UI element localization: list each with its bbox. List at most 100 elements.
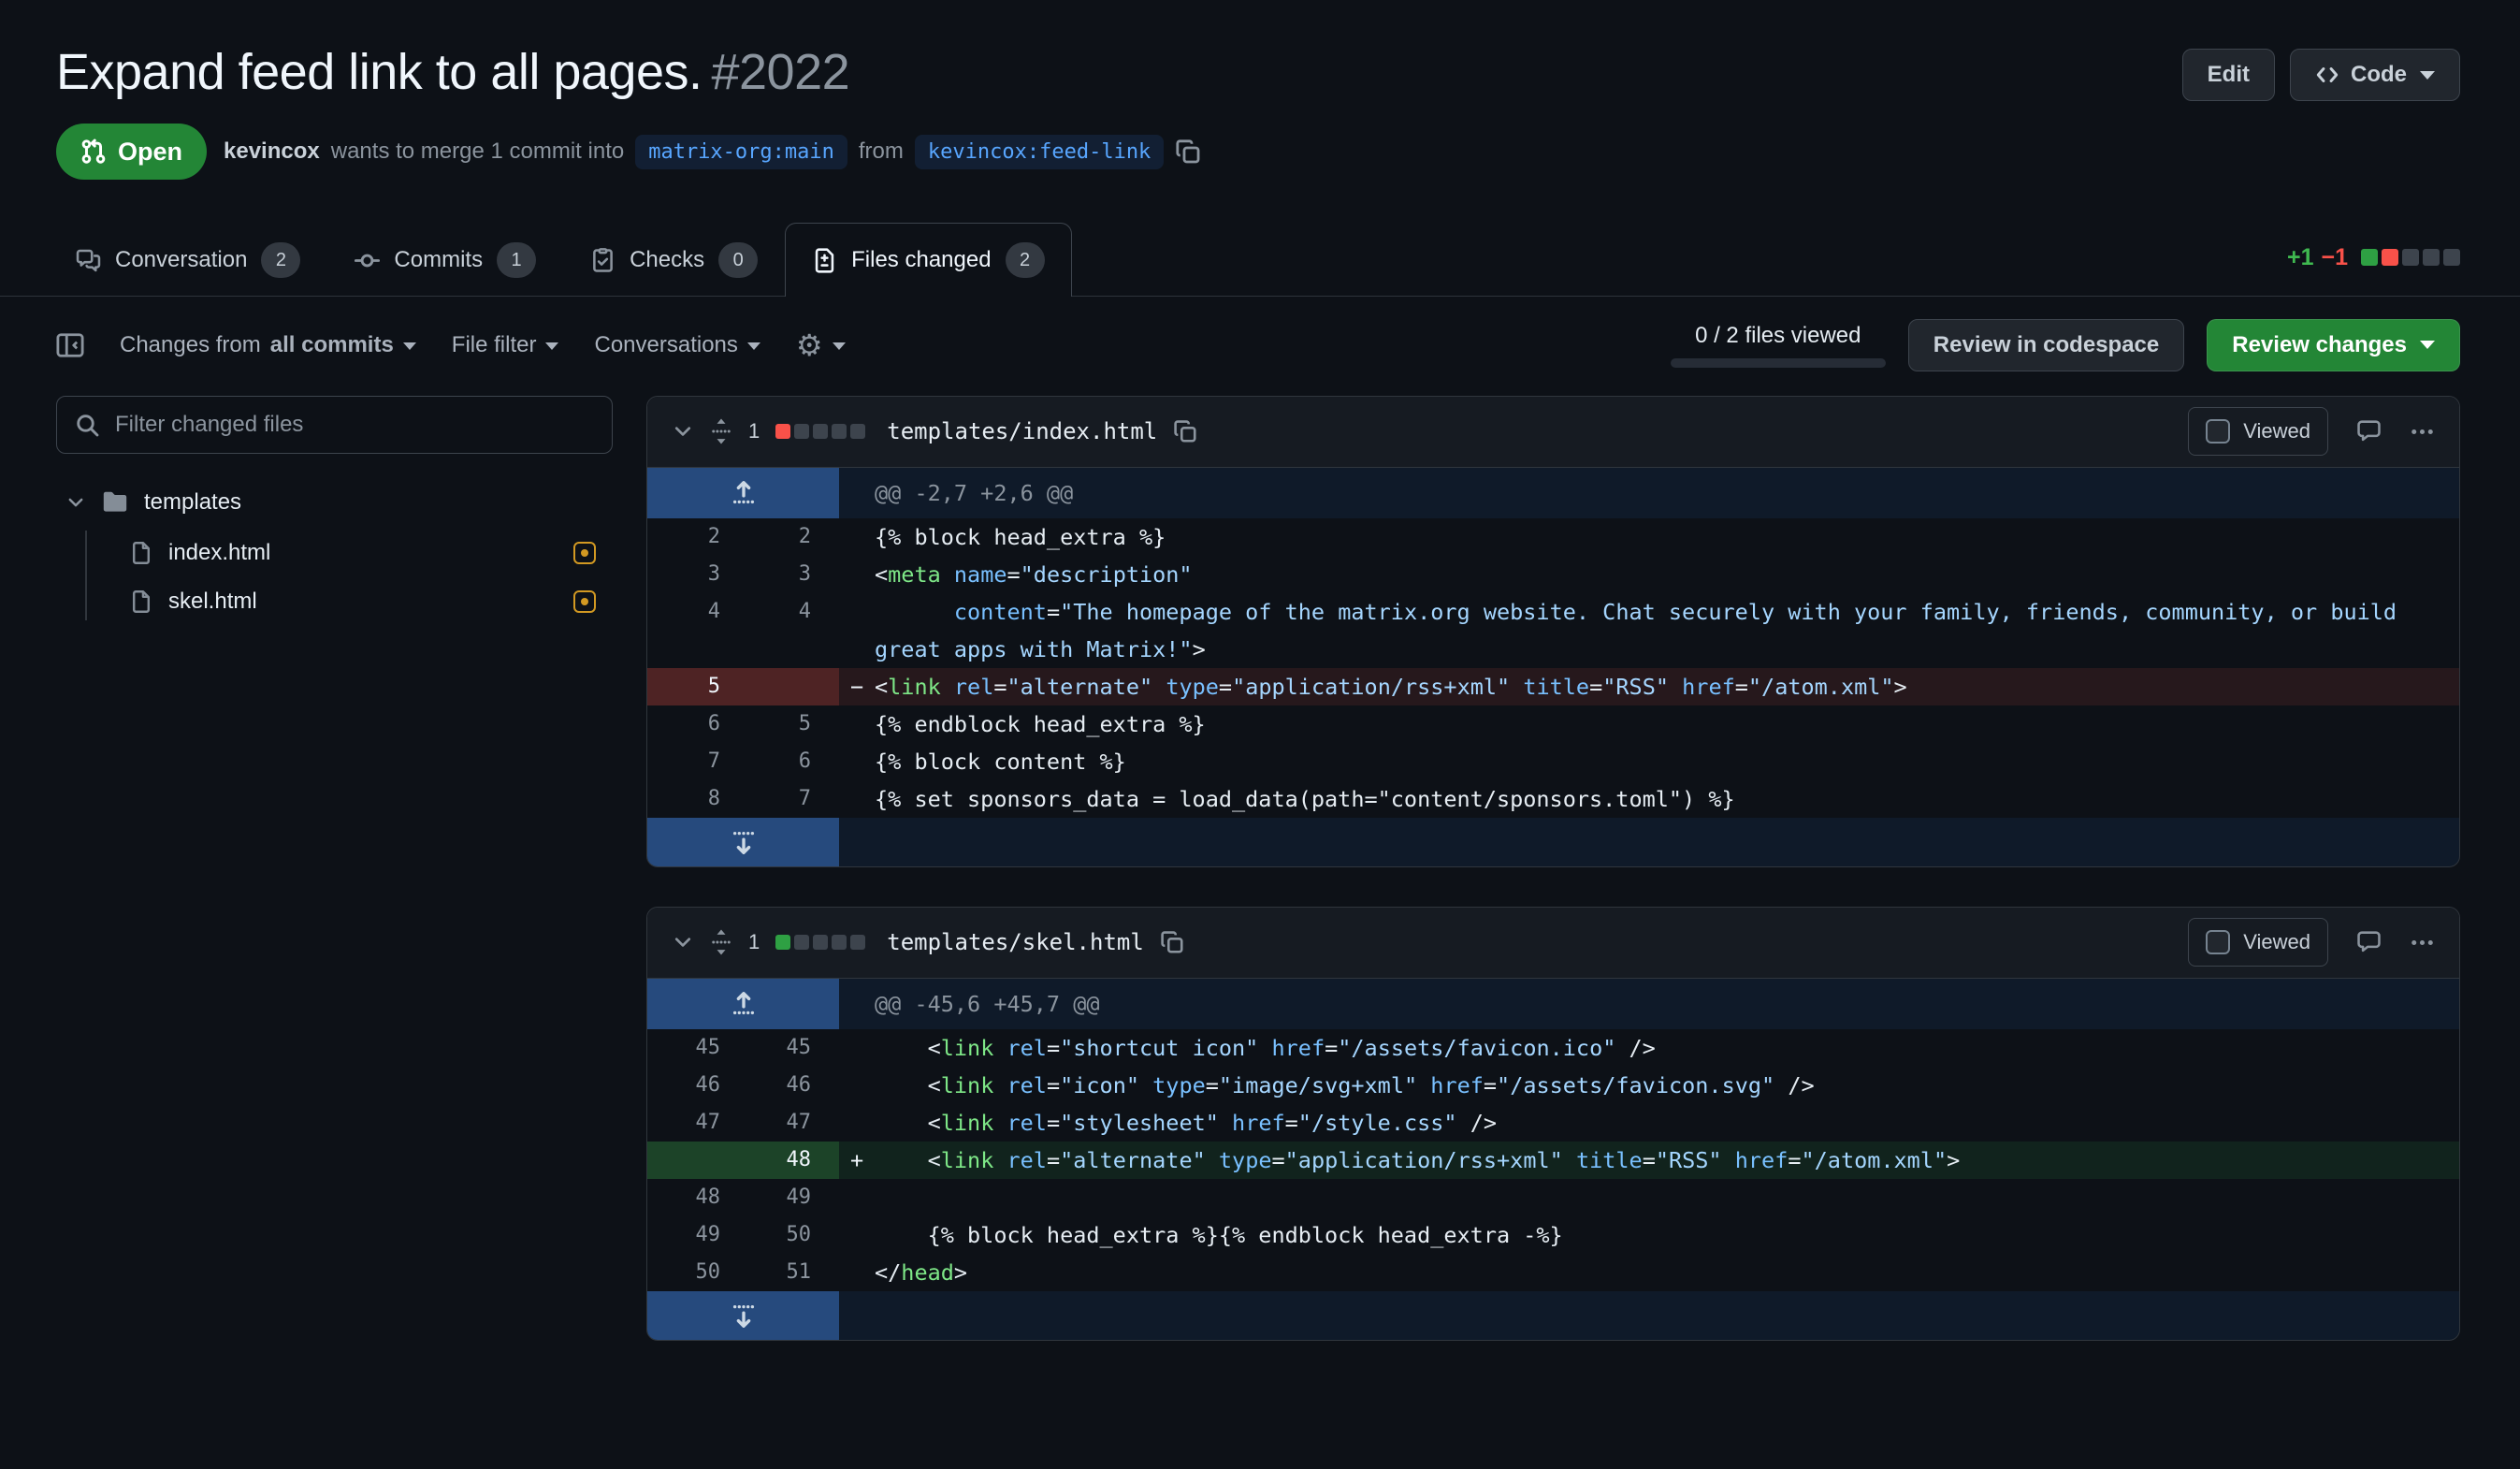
conversations-dropdown[interactable]: Conversations	[594, 332, 760, 358]
collapse-sidebar-icon[interactable]	[56, 331, 84, 359]
file-filter-dropdown[interactable]: File filter	[452, 332, 559, 358]
code-cell[interactable]: {% set sponsors_data = load_data(path="c…	[839, 780, 2459, 818]
comment-icon[interactable]	[2356, 419, 2382, 444]
line-number-gutter[interactable]: 5051	[647, 1254, 839, 1291]
folder-icon	[101, 488, 129, 516]
changed-lines-count: 1	[748, 930, 760, 954]
tree-folder-templates[interactable]: templates	[56, 480, 613, 525]
tab-commits[interactable]: Commits 1	[327, 223, 563, 297]
line-number-gutter[interactable]: 76	[647, 743, 839, 780]
diffstat: +1 −1	[2287, 244, 2460, 271]
diff-file-name[interactable]: templates/skel.html	[887, 929, 1144, 955]
line-number-gutter[interactable]: 65	[647, 705, 839, 743]
diff-line-ctx: 4545 <link rel="shortcut icon" href="/as…	[647, 1029, 2459, 1067]
kebab-menu-icon[interactable]	[2410, 419, 2435, 444]
diff-file-name[interactable]: templates/index.html	[887, 418, 1157, 444]
code-cell[interactable]: + <link rel="alternate" type="applicatio…	[839, 1142, 2459, 1179]
git-pull-request-icon	[80, 138, 107, 165]
chevron-down-icon	[747, 342, 760, 350]
line-number-gutter[interactable]: 87	[647, 780, 839, 818]
tab-checks[interactable]: Checks 0	[563, 223, 785, 297]
diff-block-n	[2402, 249, 2419, 266]
git-commit-icon	[355, 248, 380, 273]
kebab-menu-icon[interactable]	[2410, 930, 2435, 955]
line-number-gutter[interactable]: 4545	[647, 1029, 839, 1067]
drag-handle-icon[interactable]	[710, 417, 732, 445]
collapse-diff-icon[interactable]	[672, 420, 694, 443]
code-button[interactable]: Code	[2290, 49, 2460, 101]
drag-handle-icon[interactable]	[710, 928, 732, 956]
tree-file-index-html[interactable]: index.html	[56, 531, 613, 575]
merge-summary: kevincox wants to merge 1 commit into ma…	[224, 135, 1201, 169]
review-changes-button[interactable]: Review changes	[2207, 319, 2460, 371]
tab-conversation[interactable]: Conversation 2	[49, 223, 327, 297]
code-cell[interactable]: <link rel="icon" type="image/svg+xml" hr…	[839, 1067, 2459, 1104]
chevron-down-icon	[2420, 341, 2435, 349]
line-number-gutter[interactable]: 48	[647, 1142, 839, 1179]
code-cell[interactable]: {% block head_extra %}{% endblock head_e…	[839, 1216, 2459, 1254]
diff-line-ctx: 76{% block content %}	[647, 743, 2459, 780]
expand-down-button[interactable]	[647, 1291, 839, 1340]
copy-path-icon[interactable]	[1160, 930, 1184, 954]
line-number-gutter[interactable]: 33	[647, 556, 839, 593]
code-cell[interactable]: <link rel="shortcut icon" href="/assets/…	[839, 1029, 2459, 1067]
base-branch-label[interactable]: matrix-org:main	[635, 135, 847, 169]
code-cell[interactable]	[839, 1179, 2459, 1216]
review-in-codespace-button[interactable]: Review in codespace	[1908, 319, 2184, 371]
expand-up-button[interactable]	[647, 979, 839, 1029]
code-cell[interactable]: </head>	[839, 1254, 2459, 1291]
diff-line-ctx: 4747 <link rel="stylesheet" href="/style…	[647, 1104, 2459, 1142]
collapse-diff-icon[interactable]	[672, 931, 694, 953]
diff-line-ctx: 4646 <link rel="icon" type="image/svg+xm…	[647, 1067, 2459, 1104]
diff-body: @@ -2,7 +2,6 @@22{% block head_extra %}3…	[647, 468, 2459, 866]
diff-body: @@ -45,6 +45,7 @@4545 <link rel="shortcu…	[647, 979, 2459, 1340]
diff-file-header: 1 templates/skel.html Viewed	[647, 908, 2459, 979]
filter-changed-files-input[interactable]	[56, 396, 613, 454]
viewed-label: Viewed	[2243, 419, 2310, 444]
file-diffstat-blocks	[775, 424, 865, 439]
code-cell[interactable]: <meta name="description"	[839, 556, 2459, 593]
line-number-gutter[interactable]: 4747	[647, 1104, 839, 1142]
viewed-toggle[interactable]: Viewed	[2188, 407, 2328, 456]
copy-path-icon[interactable]	[1173, 419, 1197, 444]
viewed-checkbox[interactable]	[2206, 419, 2230, 444]
line-number-gutter[interactable]: 22	[647, 518, 839, 556]
diff-line-ctx: 44 content="The homepage of the matrix.o…	[647, 593, 2459, 668]
diff-block-n	[2443, 249, 2460, 266]
tab-files-changed[interactable]: Files changed 2	[785, 223, 1071, 297]
diff-block-del	[775, 424, 790, 439]
comment-icon[interactable]	[2356, 930, 2382, 955]
changes-from-dropdown[interactable]: Changes from all commits	[120, 332, 416, 358]
code-cell[interactable]: content="The homepage of the matrix.org …	[839, 593, 2459, 668]
gear-icon: ⚙	[796, 330, 823, 360]
tree-file-skel-html[interactable]: skel.html	[56, 579, 613, 624]
expand-up-button[interactable]	[647, 468, 839, 518]
page-title: Expand feed link to all pages.#2022	[56, 43, 2182, 101]
viewed-label: Viewed	[2243, 930, 2310, 954]
modified-status-icon	[573, 590, 596, 613]
line-number-gutter[interactable]: 4849	[647, 1179, 839, 1216]
review-in-codespace-label: Review in codespace	[1933, 332, 2159, 358]
line-number-gutter[interactable]: 4950	[647, 1216, 839, 1254]
code-cell[interactable]: {% block head_extra %}	[839, 518, 2459, 556]
viewed-checkbox[interactable]	[2206, 930, 2230, 954]
changed-lines-count: 1	[748, 419, 760, 444]
code-cell[interactable]: −<link rel="alternate" type="application…	[839, 668, 2459, 705]
copy-branch-icon[interactable]	[1175, 138, 1201, 165]
file-filter-label: File filter	[452, 332, 537, 358]
conversations-label: Conversations	[594, 332, 737, 358]
code-cell[interactable]: {% block content %}	[839, 743, 2459, 780]
edit-button[interactable]: Edit	[2182, 49, 2275, 101]
line-number-gutter[interactable]: 4646	[647, 1067, 839, 1104]
code-cell[interactable]: {% endblock head_extra %}	[839, 705, 2459, 743]
line-number-gutter[interactable]: 5	[647, 668, 839, 705]
author-name[interactable]: kevincox	[224, 138, 320, 165]
line-number-gutter[interactable]: 44	[647, 593, 839, 668]
head-branch-label[interactable]: kevincox:feed-link	[915, 135, 1164, 169]
code-cell[interactable]: <link rel="stylesheet" href="/style.css"…	[839, 1104, 2459, 1142]
viewed-toggle[interactable]: Viewed	[2188, 918, 2328, 967]
merge-action-text: wants to merge 1 commit into	[331, 138, 624, 165]
expand-down-button[interactable]	[647, 818, 839, 866]
edit-button-label: Edit	[2208, 62, 2250, 88]
diff-settings-dropdown[interactable]: ⚙	[796, 330, 846, 360]
